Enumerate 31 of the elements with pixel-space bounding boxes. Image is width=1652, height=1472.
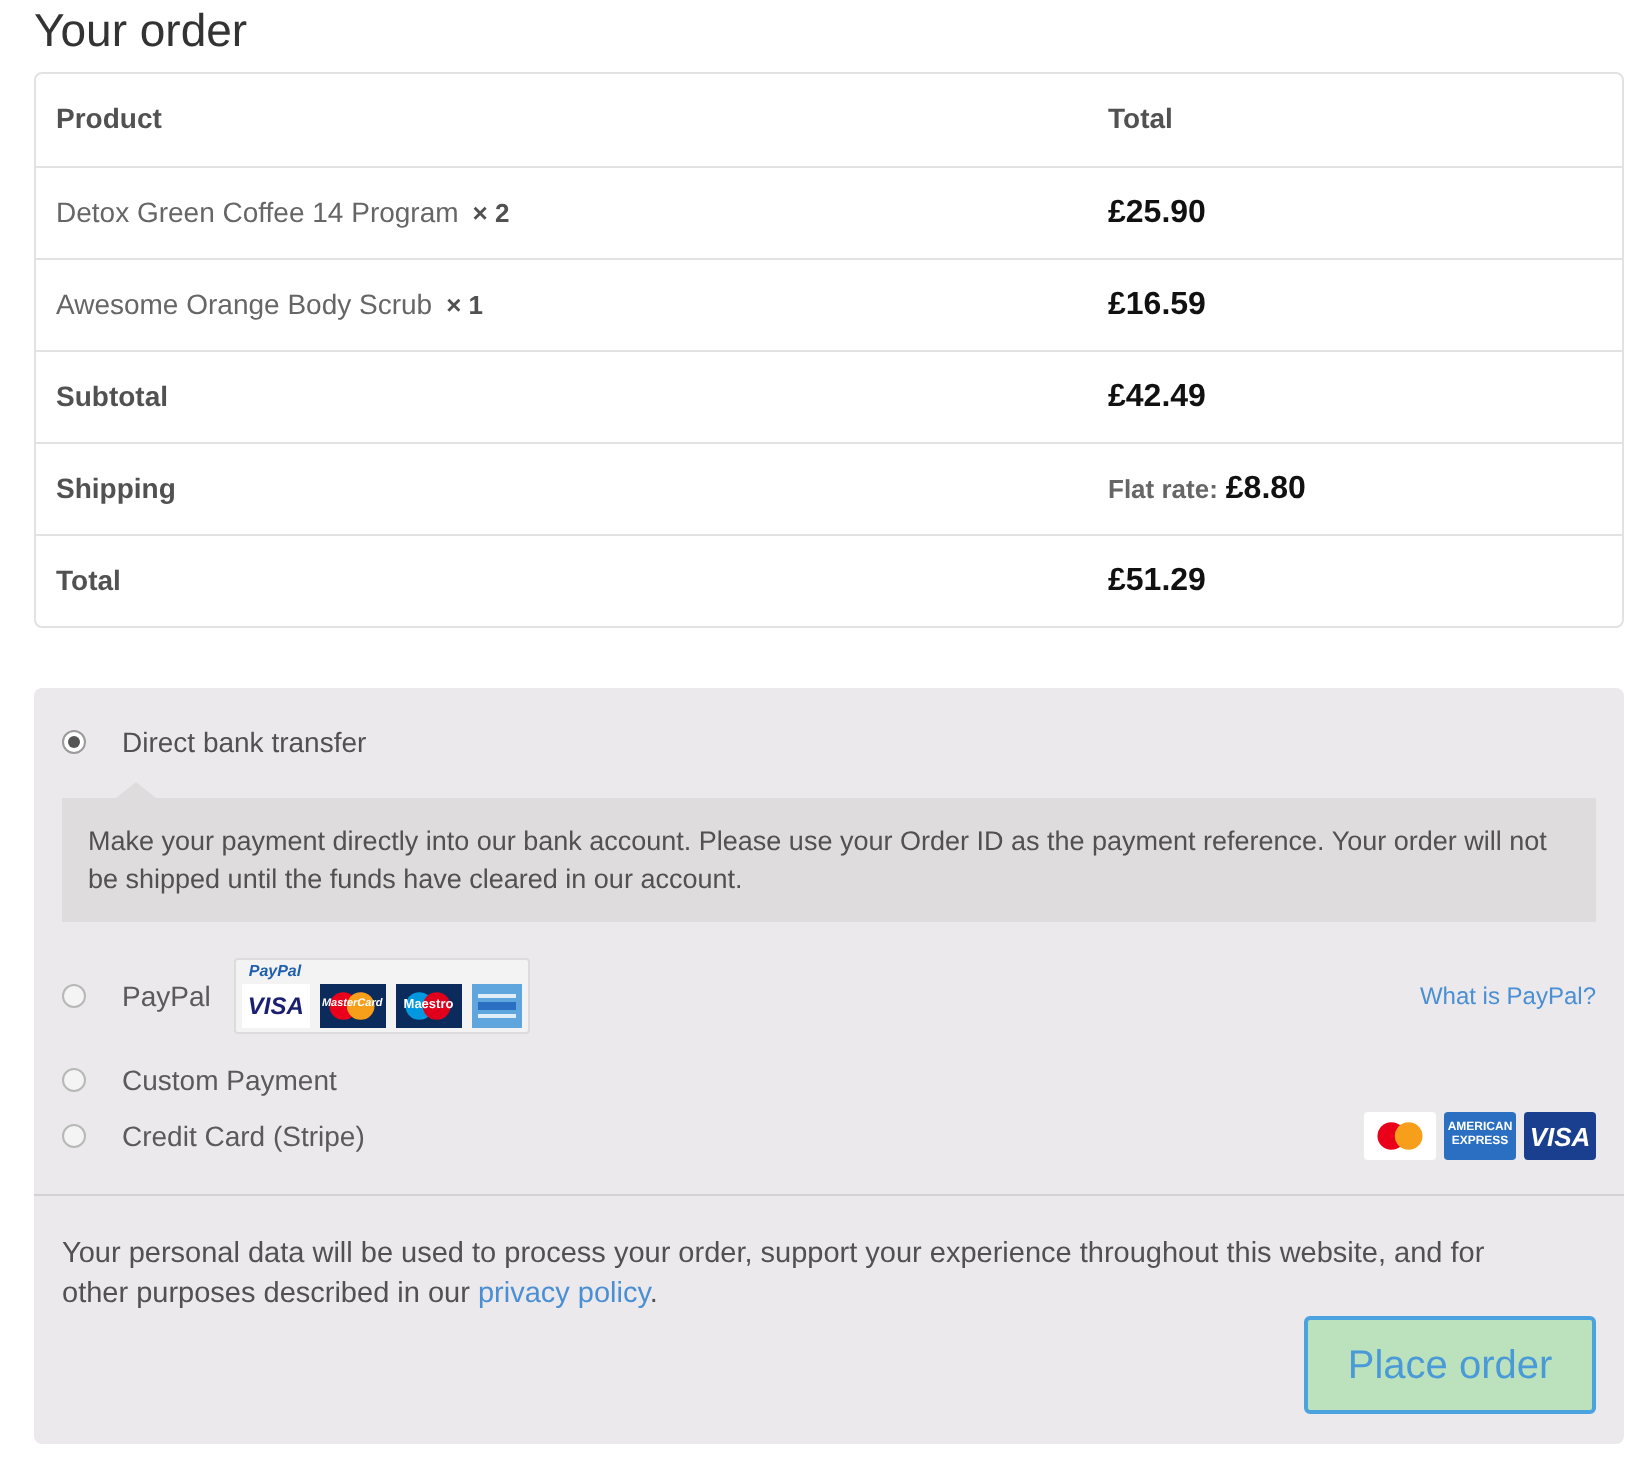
summary-label: Shipping — [56, 471, 176, 503]
radio-button[interactable] — [62, 984, 86, 1008]
visa-logo: VISA — [242, 984, 310, 1028]
shipping-method: Flat rate: — [1108, 471, 1218, 507]
summary-value: £42.49 — [1108, 377, 1206, 417]
paypal-wordmark: PayPal — [248, 962, 302, 982]
product-quantity: × 2 — [472, 196, 510, 232]
radio-button[interactable] — [62, 1124, 86, 1148]
summary-value: £8.80 — [1225, 469, 1306, 509]
product-quantity: × 1 — [446, 288, 484, 324]
summary-value: £51.29 — [1108, 561, 1206, 601]
payment-method-label[interactable]: Direct bank transfer — [122, 721, 367, 763]
payment-description: Make your payment directly into our bank account. Please use your Order ID as the payment reference. Your order will not be shipped until the funds have cleared in our account. — [88, 824, 1549, 898]
radio-button[interactable] — [62, 1068, 86, 1092]
radio-button[interactable] — [62, 730, 86, 754]
line-total: £25.90 — [1108, 195, 1206, 229]
section-title: Your order — [34, 2, 248, 60]
product-name: Detox Green Coffee 14 Program — [56, 194, 459, 232]
line-total: £16.59 — [1108, 287, 1206, 321]
product-name: Awesome Orange Body Scrub — [56, 286, 433, 324]
privacy-notice: Your personal data will be used to process your order, support your experience throughout this website, and for other purposes described in our privacy policy. — [62, 1236, 1487, 1314]
card-logo-icon — [471, 984, 523, 1028]
overlapping-circles-icon — [1364, 1112, 1436, 1160]
summary-label: Total — [56, 563, 121, 595]
payment-method-label[interactable]: PayPal — [122, 975, 211, 1017]
column-header: Product — [56, 102, 162, 134]
summary-label: Subtotal — [56, 379, 168, 411]
payment-method-label[interactable]: Credit Card (Stripe) — [122, 1115, 365, 1157]
payment-method-label[interactable]: Custom Payment — [122, 1059, 337, 1101]
visa-logo: VISA — [1524, 1112, 1596, 1160]
column-header: Total — [1108, 102, 1173, 134]
